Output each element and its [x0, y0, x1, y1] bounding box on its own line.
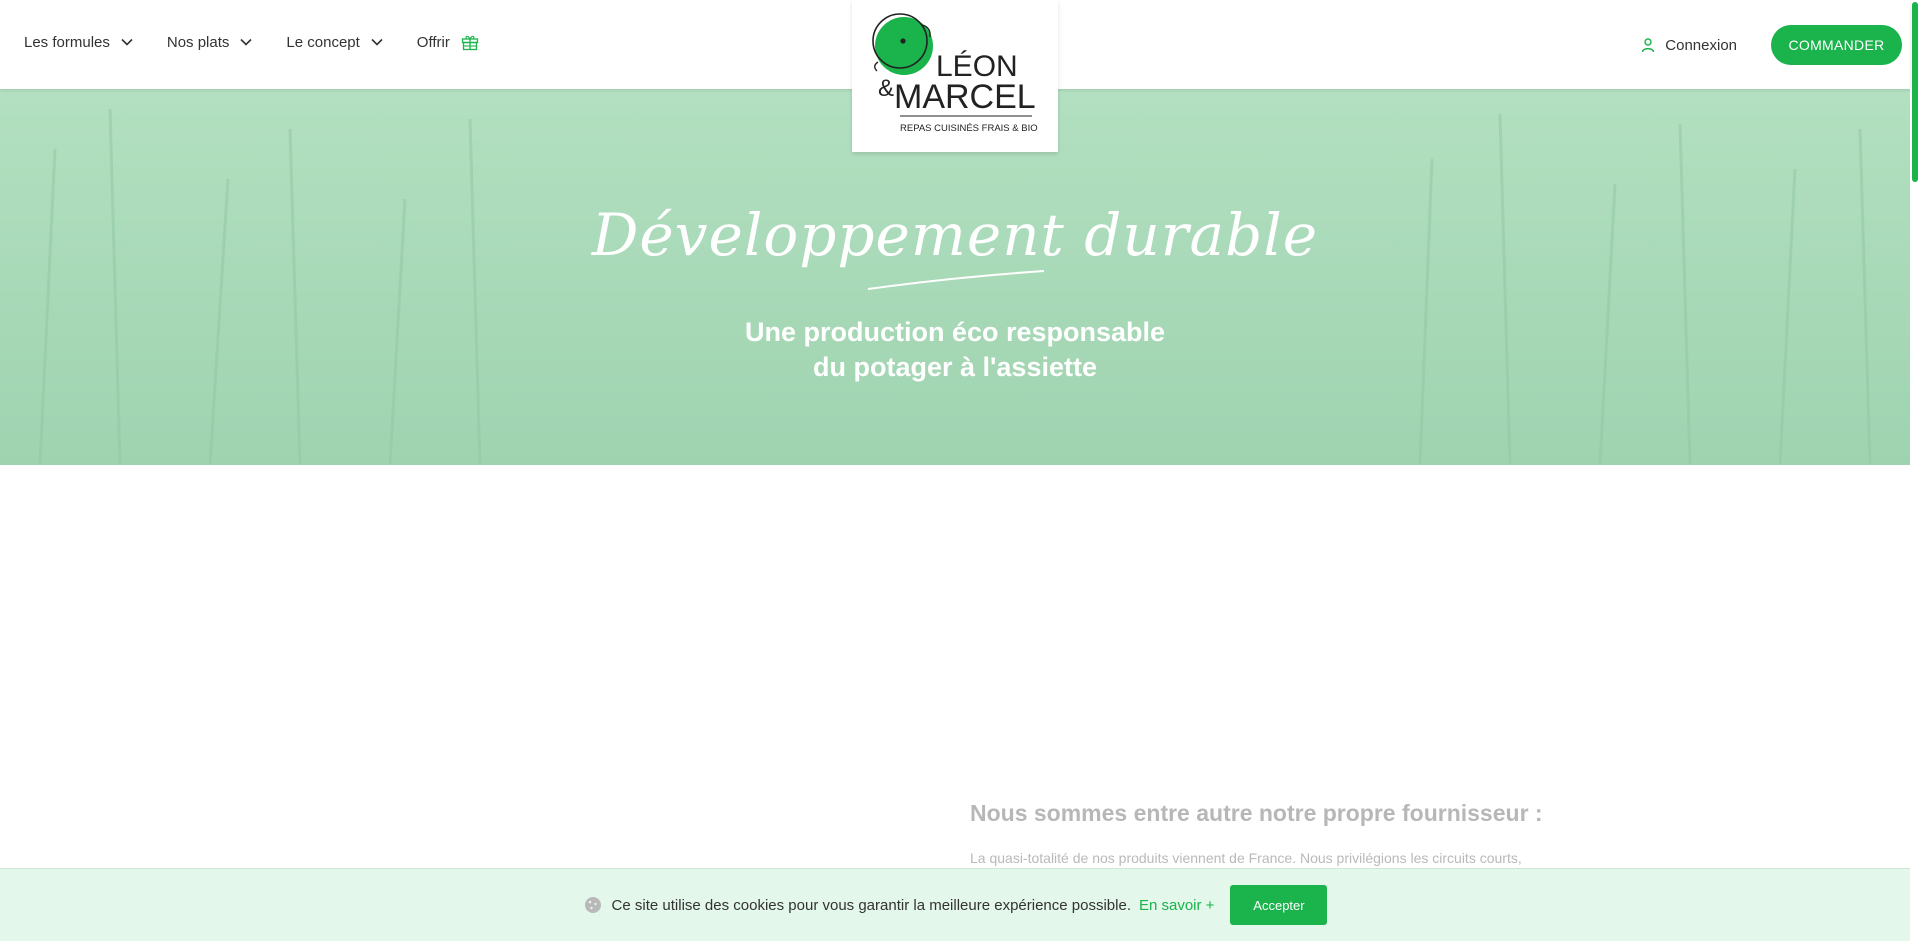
gift-icon: [461, 35, 479, 51]
scrollbar-thumb[interactable]: [1912, 2, 1918, 182]
nav-item-formules[interactable]: Les formules: [24, 34, 134, 51]
section-title: Nous sommes entre autre notre propre fou…: [970, 800, 1543, 826]
nav-item-concept[interactable]: Le concept: [286, 34, 383, 51]
commander-button[interactable]: COMMANDER: [1771, 25, 1902, 65]
logo-line2: MARCEL: [894, 78, 1036, 116]
nav-item-plats[interactable]: Nos plats: [167, 34, 254, 51]
hero-subtitle-line2: du potager à l'assiette: [812, 352, 1097, 382]
chevron-down-icon: [121, 38, 133, 46]
hero-title-underline: [867, 270, 1045, 290]
cookie-icon: [584, 897, 601, 913]
nav-item-label: Offrir: [416, 33, 450, 51]
logo-ampersand: &: [878, 75, 894, 102]
hero-subtitle-line1: Une production éco responsable: [744, 317, 1166, 347]
section-text: La quasi-totalité de nos produits vienne…: [970, 850, 1522, 866]
nav-item-label: Le concept: [286, 33, 360, 51]
header-actions: Connexion COMMANDER: [1640, 25, 1902, 65]
nav-item-offrir[interactable]: Offrir: [417, 32, 480, 52]
main-nav: Les formules Nos plats Le concept Offrir: [24, 32, 480, 52]
cookie-more-link[interactable]: En savoir +: [1139, 897, 1214, 914]
logo-tagline: REPAS CUISINÉS FRAIS & BIO: [900, 123, 1038, 134]
chevron-down-icon: [371, 38, 383, 46]
leon-marcel-logo: LÉON & MARCEL REPAS CUISINÉS FRAIS & BIO: [872, 13, 1038, 134]
hero-title: Développement durable: [591, 201, 1319, 269]
chevron-down-icon: [240, 38, 252, 46]
cookie-banner: Ce site utilise des cookies pour vous ga…: [0, 868, 1910, 941]
connexion-label: Connexion: [1665, 36, 1737, 54]
page-scrollbar[interactable]: [1910, 0, 1920, 941]
nav-item-label: Les formules: [24, 33, 110, 51]
nav-item-label: Nos plats: [166, 33, 230, 51]
cookie-message: Ce site utilise des cookies pour vous ga…: [611, 896, 1131, 914]
connexion-link[interactable]: Connexion: [1640, 37, 1737, 54]
cookie-accept-button[interactable]: Accepter: [1230, 885, 1328, 925]
user-icon: [1642, 38, 1655, 53]
site-logo[interactable]: LÉON & MARCEL REPAS CUISINÉS FRAIS & BIO: [852, 0, 1058, 152]
hero-subtitle: Une production éco responsable du potage…: [0, 315, 1910, 385]
